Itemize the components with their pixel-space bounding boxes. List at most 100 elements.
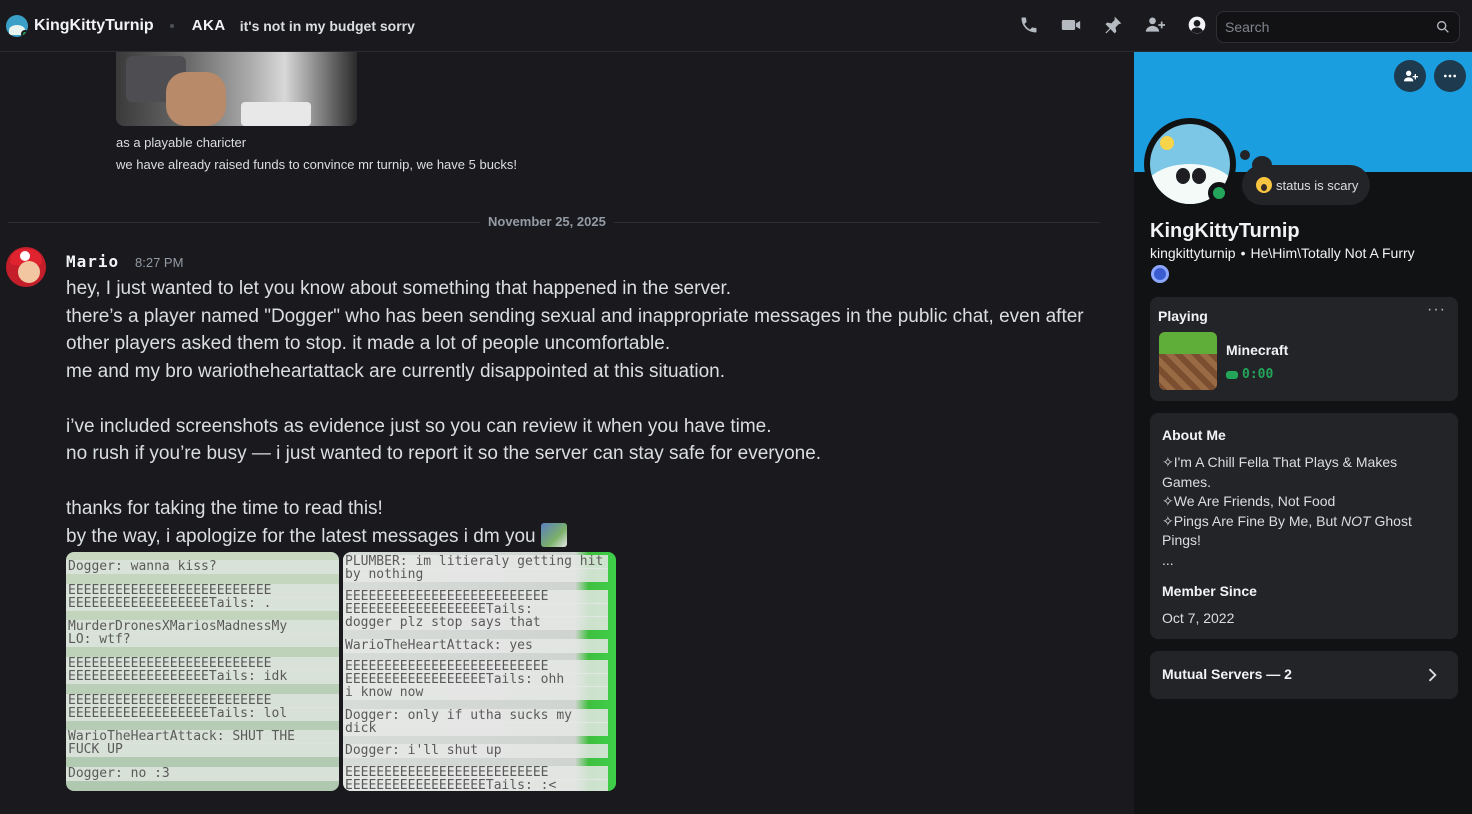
message-avatar[interactable] xyxy=(6,247,46,287)
pin-icon[interactable] xyxy=(1102,14,1124,36)
screenshot-text: dogger plz stop says that xyxy=(343,616,608,630)
game-time: 0:00 xyxy=(1242,367,1274,382)
message-timestamp: 8:27 PM xyxy=(135,255,184,270)
screenshot-text: dick xyxy=(343,722,608,736)
header-separator xyxy=(169,23,174,28)
video-call-icon[interactable] xyxy=(1060,14,1082,36)
header-avatar[interactable] xyxy=(6,14,28,37)
game-name: Minecraft xyxy=(1226,342,1289,358)
message-body: hey, I just wanted to let you know about… xyxy=(66,275,1106,550)
screenshot-text: i know now xyxy=(343,686,608,700)
message-author[interactable]: Mario xyxy=(66,252,119,271)
screenshot-text: EEEEEEEEEEEEEEEEEEEEEEEEEE xyxy=(343,766,608,780)
about-line: ✧We Are Friends, Not Food xyxy=(1162,493,1336,509)
user-profile-icon[interactable] xyxy=(1186,14,1208,36)
header-title[interactable]: KingKittyTurnip xyxy=(34,17,154,35)
message-line xyxy=(66,468,1106,496)
screenshot-text: MurderDronesXMariosMadnessMy xyxy=(66,620,339,634)
screenshot-text: WarioTheHeartAttack: yes xyxy=(343,639,608,653)
message-line: as a playable charicter xyxy=(116,135,247,150)
add-friend-icon[interactable] xyxy=(1394,60,1426,92)
screenshot-text: EEEEEEEEEEEEEEEEEEEEEEEEEE xyxy=(343,590,608,604)
profile-username[interactable]: kingkittyturnip xyxy=(1150,245,1236,261)
screenshot-text: by nothing xyxy=(343,568,608,582)
minecraft-icon xyxy=(1159,332,1217,390)
mutual-servers-label: Mutual Servers — 2 xyxy=(1162,666,1292,682)
screenshot-text: FUCK UP xyxy=(66,743,339,757)
header-toolbar xyxy=(1018,14,1208,36)
message-line: hey, I just wanted to let you know about… xyxy=(66,278,732,299)
message-line: we have already raised funds to convince… xyxy=(116,157,518,172)
about-line: ✧Pings Are Fine By Me, But xyxy=(1162,512,1342,529)
about-line-mixed: ✧Pings Are Fine By Me, But NOT Ghost Pin… xyxy=(1162,512,1444,551)
profile-display-name: KingKittyTurnip xyxy=(1150,220,1300,242)
member-since-title: Member Since xyxy=(1162,583,1257,599)
separator: • xyxy=(1240,245,1246,261)
add-friends-icon[interactable] xyxy=(1144,14,1166,36)
screenshot-text: Dogger: no :3 xyxy=(66,767,339,781)
profile-pronouns: He\Him\Totally Not A Furry xyxy=(1250,245,1415,261)
screenshot-text: Dogger: wanna kiss? xyxy=(66,560,339,574)
screenshot-text: EEEEEEEEEEEEEEEEEETails: . xyxy=(66,597,339,611)
custom-status-text: status is scary xyxy=(1276,177,1359,193)
screenshot-attachment-left[interactable]: Dogger: wanna kiss? EEEEEEEEEEEEEEEEEEEE… xyxy=(66,552,339,791)
screenshot-text: EEEEEEEEEEEEEEEEEEEEEEEEEE xyxy=(66,584,339,598)
search-icon xyxy=(1437,21,1449,33)
activity-title: Playing xyxy=(1158,308,1208,324)
message-line: no rush if you’re busy — i just wanted t… xyxy=(66,443,822,464)
screenshot-text: EEEEEEEEEEEEEEEEEEEEEEEEEE xyxy=(66,657,339,671)
game-elapsed: 0:00 xyxy=(1226,367,1273,382)
screenshot-text: LO: wtf? xyxy=(66,633,339,647)
message-line: thanks for taking the time to read this! xyxy=(66,498,383,519)
activity-more-icon[interactable]: ··· xyxy=(1427,301,1446,319)
message-line xyxy=(66,385,1106,413)
chat-area: as a playable charicter we have already … xyxy=(0,52,1134,814)
about-line: ✧I'm A Chill Fella That Plays & Makes Ga… xyxy=(1162,454,1398,490)
screenshot-attachment-right[interactable]: PLUMBER: im litieraly getting hit by not… xyxy=(343,552,616,791)
about-me-text: ✧I'm A Chill Fella That Plays & Makes Ga… xyxy=(1162,453,1444,570)
previous-image-attachment[interactable] xyxy=(116,52,357,126)
search-input[interactable] xyxy=(1225,19,1435,35)
scream-emoji-icon xyxy=(1256,177,1272,193)
online-status-dot xyxy=(1208,182,1230,204)
message-line: me and my bro wariotheheartattack are cu… xyxy=(66,360,726,382)
message-line: other players asked them to stop. it mad… xyxy=(66,333,671,354)
gamepad-icon xyxy=(1226,370,1238,379)
screenshot-text: EEEEEEEEEEEEEEEEEETails: :< xyxy=(343,779,608,791)
screenshot-text: Dogger: only if utha sucks my xyxy=(343,709,608,723)
about-me-card: About Me ✧I'm A Chill Fella That Plays &… xyxy=(1150,413,1458,639)
nitro-badge-icon[interactable] xyxy=(1151,265,1169,283)
more-icon[interactable] xyxy=(1434,60,1466,92)
mutual-servers-button[interactable]: Mutual Servers — 2 xyxy=(1150,651,1458,699)
aka-name: it's not in my budget sorry xyxy=(239,17,415,34)
about-line: ... xyxy=(1162,551,1174,568)
screenshot-text: Dogger: i'll shut up xyxy=(343,744,608,758)
screenshot-text: EEEEEEEEEEEEEEEEEETails: ohh xyxy=(343,673,608,687)
profile-subtitle: kingkittyturnip • He\Him\Totally Not A Fur… xyxy=(1150,245,1415,261)
profile-avatar[interactable] xyxy=(1144,118,1236,210)
search-bar[interactable] xyxy=(1216,11,1460,43)
online-status-dot xyxy=(21,29,28,37)
date-divider-label: November 25, 2025 xyxy=(480,214,614,229)
message-line: i’ve included screenshots as evidence ju… xyxy=(66,415,772,437)
screenshot-text: EEEEEEEEEEEEEEEEEETails: idk xyxy=(66,670,339,684)
user-profile-panel: status is scary KingKittyTurnip kingkitt… xyxy=(1134,52,1472,814)
custom-emoji-icon[interactable] xyxy=(540,522,567,547)
screenshot-text: EEEEEEEEEEEEEEEEEETails: lol xyxy=(66,707,339,721)
about-emphasis: NOT xyxy=(1341,512,1371,529)
message-line: by the way, i apologize for the latest m… xyxy=(66,525,536,547)
member-since-date: Oct 7, 2022 xyxy=(1162,610,1235,626)
screenshot-text: EEEEEEEEEEEEEEEEEEEEEEEEEE xyxy=(66,694,339,708)
aka-label: AKA xyxy=(191,17,226,34)
screenshot-text: EEEEEEEEEEEEEEEEEEEEEEEEEE xyxy=(343,660,608,674)
chevron-right-icon xyxy=(1422,665,1442,685)
voice-call-icon[interactable] xyxy=(1018,14,1040,36)
custom-status: status is scary xyxy=(1242,165,1371,205)
screenshot-text: WarioTheHeartAttack: SHUT THE xyxy=(66,730,339,744)
message-line-with-emoji: by the way, i apologize for the latest m… xyxy=(66,522,1106,551)
screenshot-text: PLUMBER: im litieraly getting hit xyxy=(343,555,608,569)
activity-card: Playing ··· Minecraft 0:00 xyxy=(1150,297,1458,401)
message-line: there’s a player named "Dogger" who has … xyxy=(66,305,1084,327)
about-me-title: About Me xyxy=(1162,427,1226,443)
screenshot-text: EEEEEEEEEEEEEEEEEETails: xyxy=(343,603,608,617)
